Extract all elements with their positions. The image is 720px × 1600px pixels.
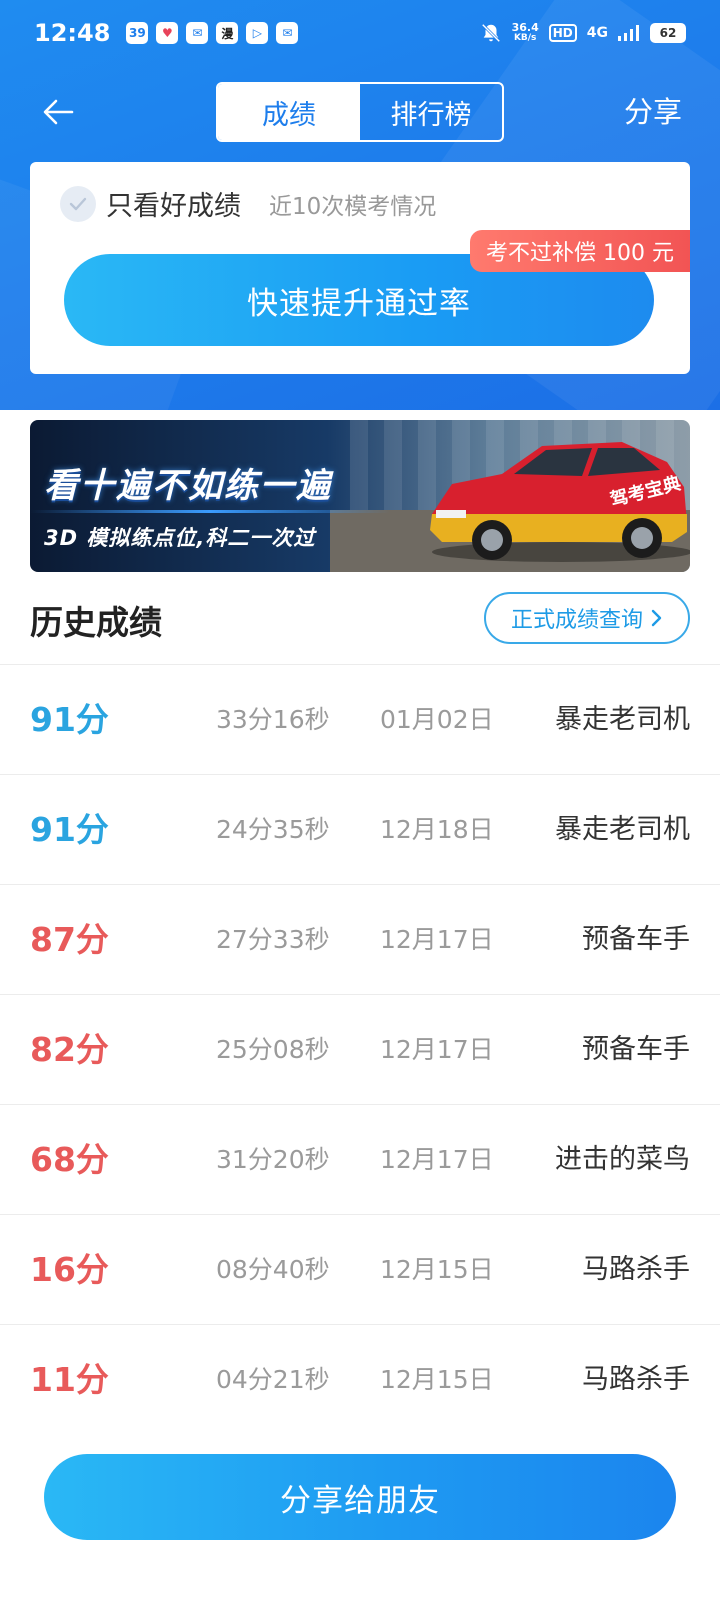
score-row[interactable]: 11分 04分21秒 12月15日 马路杀手 xyxy=(0,1324,720,1434)
rank-title: 暴走老司机 xyxy=(555,814,690,845)
rank-title: 预备车手 xyxy=(582,1034,690,1065)
filter-label: 只看好成绩 xyxy=(106,191,241,222)
score-value: 82分 xyxy=(30,1030,109,1069)
good-score-filter[interactable]: 只看好成绩 近10次模考情况 xyxy=(60,184,436,223)
exam-duration: 24分35秒 xyxy=(216,815,330,844)
ad-banner[interactable]: 看十遍不如练一遍 3D 模拟练点位,科二一次过 驾考宝典 xyxy=(30,420,690,572)
score-value: 91分 xyxy=(30,810,109,849)
status-bar: 12:48 39 ♥ ✉ 漫 ▷ ✉ 36.4 KB/s HD 4G 62 xyxy=(0,0,720,66)
car-image: 驾考宝典 xyxy=(430,442,690,562)
score-value: 11分 xyxy=(30,1360,109,1399)
score-value: 68分 xyxy=(30,1140,109,1179)
app-video-icon: ▷ xyxy=(246,22,269,44)
signal-bars-icon xyxy=(618,25,639,41)
back-button[interactable] xyxy=(38,92,78,132)
app-mail-icon: ✉ xyxy=(186,22,209,44)
score-row[interactable]: 82分 25分08秒 12月17日 预备车手 xyxy=(0,994,720,1104)
nav-bar: 成绩 排行榜 分享 xyxy=(0,82,720,142)
score-row[interactable]: 91分 24分35秒 12月18日 暴走老司机 xyxy=(0,774,720,884)
official-score-query-button[interactable]: 正式成绩查询 xyxy=(484,592,690,644)
filter-subtitle: 近10次模考情况 xyxy=(269,193,437,220)
score-history-list: 91分 33分16秒 01月02日 暴走老司机 91分 24分35秒 12月18… xyxy=(0,664,720,1434)
score-row[interactable]: 16分 08分40秒 12月15日 马路杀手 xyxy=(0,1214,720,1324)
history-title: 历史成绩 xyxy=(30,603,162,642)
share-button[interactable]: 分享 xyxy=(624,92,682,132)
exam-date: 01月02日 xyxy=(380,705,494,734)
app-39-icon: 39 xyxy=(126,22,149,44)
exam-date: 12月17日 xyxy=(380,1035,494,1064)
app-comic-icon: 漫 xyxy=(216,22,239,44)
net-speed: 36.4 KB/s xyxy=(511,21,539,43)
score-page: 12:48 39 ♥ ✉ 漫 ▷ ✉ 36.4 KB/s HD 4G 62 成绩… xyxy=(0,0,720,1600)
compensation-tag: 考不过补偿 100 元 xyxy=(470,230,690,272)
arrow-left-icon xyxy=(43,99,74,125)
exam-duration: 27分33秒 xyxy=(216,925,330,954)
banner-title: 看十遍不如练一遍 xyxy=(44,466,332,506)
banner-subtitle: 3D 模拟练点位,科二一次过 xyxy=(44,526,316,550)
rank-title: 暴走老司机 xyxy=(555,704,690,735)
status-time: 12:48 xyxy=(34,19,111,47)
app-heart-icon: ♥ xyxy=(156,22,179,44)
rank-title: 马路杀手 xyxy=(582,1364,690,1395)
score-value: 87分 xyxy=(30,920,109,959)
score-value: 16分 xyxy=(30,1250,109,1289)
exam-duration: 08分40秒 xyxy=(216,1255,330,1284)
tab-leaderboard[interactable]: 排行榜 xyxy=(360,84,502,140)
exam-duration: 25分08秒 xyxy=(216,1035,330,1064)
tab-switcher: 成绩 排行榜 xyxy=(216,82,504,142)
rank-title: 预备车手 xyxy=(582,924,690,955)
rank-title: 进击的菜鸟 xyxy=(555,1144,690,1175)
status-app-icons: 39 ♥ ✉ 漫 ▷ ✉ xyxy=(126,22,299,44)
chevron-right-icon xyxy=(651,609,662,627)
tab-scores[interactable]: 成绩 xyxy=(218,84,360,140)
share-to-friends-button[interactable]: 分享给朋友 xyxy=(44,1454,676,1540)
exam-date: 12月15日 xyxy=(380,1365,494,1394)
exam-date: 12月18日 xyxy=(380,815,494,844)
rank-title: 马路杀手 xyxy=(582,1254,690,1285)
score-value: 91分 xyxy=(30,700,109,739)
official-score-label: 正式成绩查询 xyxy=(510,608,643,633)
status-indicators: 36.4 KB/s HD 4G 62 xyxy=(480,22,686,44)
exam-date: 12月15日 xyxy=(380,1255,494,1284)
exam-duration: 33分16秒 xyxy=(216,705,330,734)
hd-badge: HD xyxy=(548,24,577,42)
signal-icon: 4G xyxy=(586,25,608,41)
summary-card: 只看好成绩 近10次模考情况 快速提升通过率 考不过补偿 100 元 xyxy=(30,162,690,374)
battery-icon: 62 xyxy=(650,23,686,43)
exam-date: 12月17日 xyxy=(380,925,494,954)
exam-date: 12月17日 xyxy=(380,1145,494,1174)
score-row[interactable]: 87分 27分33秒 12月17日 预备车手 xyxy=(0,884,720,994)
exam-duration: 31分20秒 xyxy=(216,1145,330,1174)
exam-duration: 04分21秒 xyxy=(216,1365,330,1394)
score-row[interactable]: 68分 31分20秒 12月17日 进击的菜鸟 xyxy=(0,1104,720,1214)
checkbox[interactable] xyxy=(60,185,96,222)
score-row[interactable]: 91分 33分16秒 01月02日 暴走老司机 xyxy=(0,664,720,774)
mute-bell-icon xyxy=(481,23,500,43)
app-message-icon: ✉ xyxy=(276,22,299,44)
check-icon xyxy=(69,197,87,210)
